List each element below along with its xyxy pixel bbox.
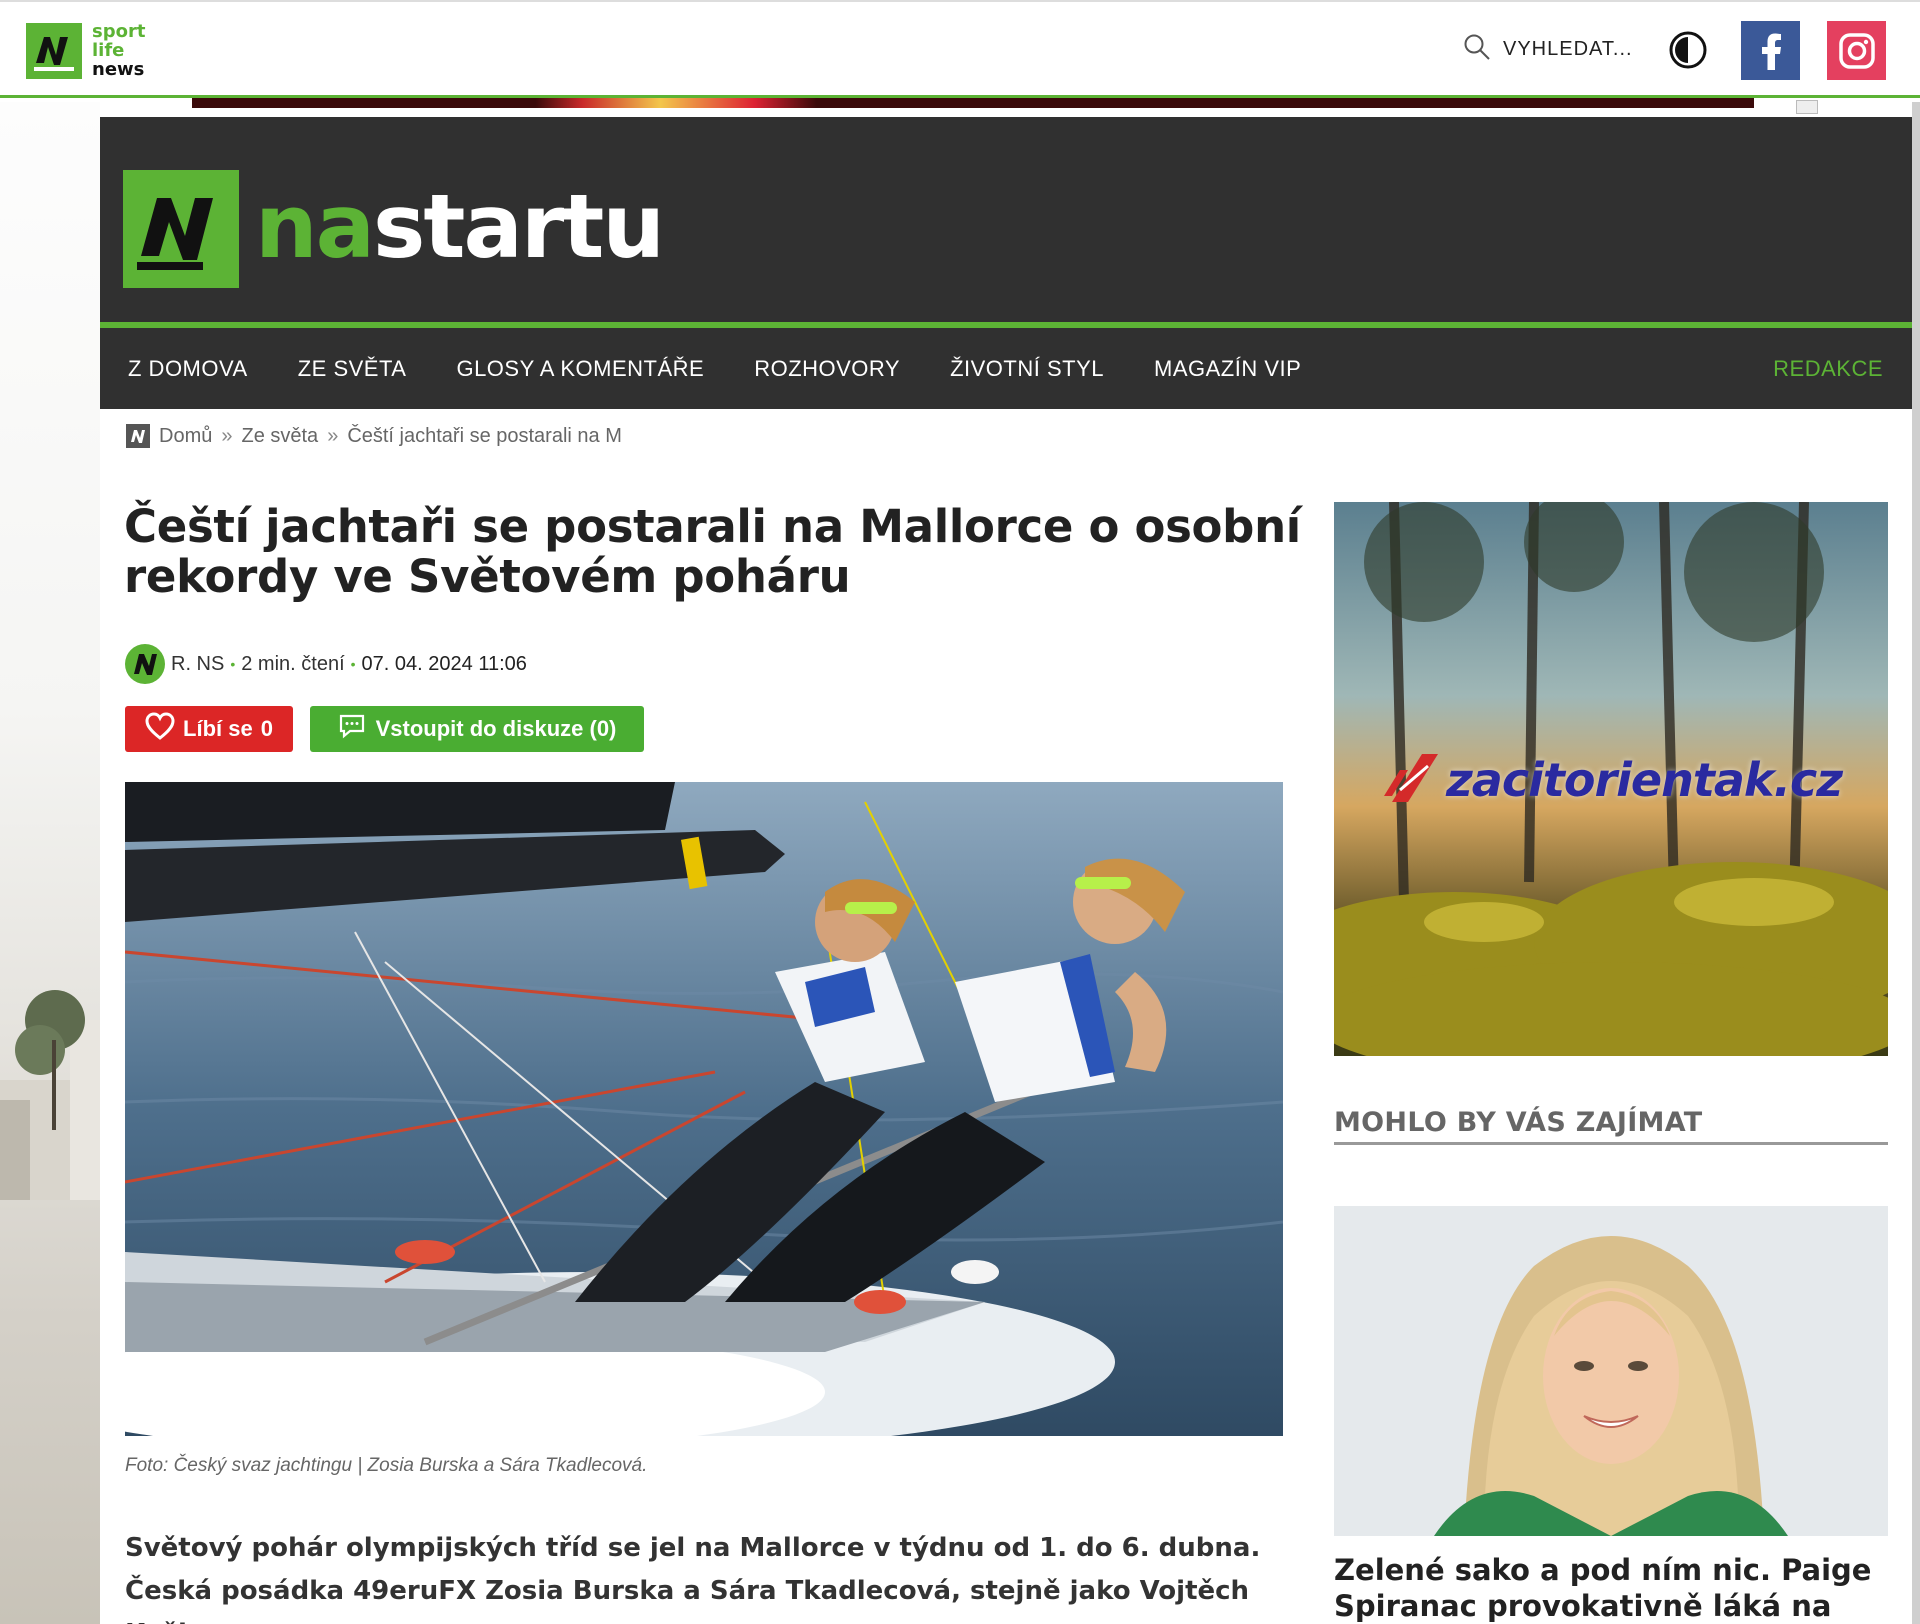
logo-word-sport: sport [92,21,146,42]
top-bar: sport life news VYHLEDAT... [0,0,1920,98]
byline-dot: • [350,656,356,672]
top-ad-strip[interactable] [192,98,1754,108]
contrast-icon[interactable] [1668,30,1708,70]
article-title: Čeští jachtaři se postarali na Mallorce … [124,500,1301,603]
masthead: nastartu [100,117,1912,322]
main-content: nastartu Z DOMOVA ZE SVĚTA GLOSY A KOMEN… [100,117,1912,1624]
nav-item-glosy-a-komentare[interactable]: GLOSY A KOMENTÁŘE [456,356,704,382]
nav-item-redakce[interactable]: REDAKCE [1773,328,1883,409]
wordmark-startu: startu [373,175,665,278]
logo-word-life: life [92,40,125,61]
ad-text: zacitorientak.cz [1446,753,1843,807]
ad-logo: zacitorientak.cz [1382,752,1843,808]
nav-item-rozhovory[interactable]: ROZHOVORY [754,356,900,382]
nav-list: Z DOMOVA ZE SVĚTA GLOSY A KOMENTÁŘE ROZH… [128,328,1351,409]
related-section-heading: MOHLO BY VÁS ZAJÍMAT [1334,1107,1888,1145]
sport-life-news-logo[interactable]: sport life news [26,22,145,79]
ad-choices-icon[interactable] [1796,100,1818,114]
publish-date: 07. 04. 2024 11:06 [361,652,527,675]
sidebar-ad-banner[interactable]: zacitorientak.cz [1334,502,1888,1056]
article-hero-image[interactable] [125,782,1283,1436]
byline-dot: • [230,656,236,672]
nav-item-z-domova[interactable]: Z DOMOVA [128,356,248,382]
breadcrumb-separator: » [221,424,233,447]
instagram-icon[interactable] [1827,21,1886,80]
search-button[interactable]: VYHLEDAT... [1463,33,1633,65]
search-icon [1463,33,1491,65]
wordmark-na: na [255,175,375,278]
author-name[interactable]: R. NS [171,653,224,676]
article-lead: Světový pohár olympijských tříd se jel n… [125,1533,1261,1624]
search-label: VYHLEDAT... [1503,37,1633,60]
discussion-label: Vstoupit do diskuze (0) [375,716,617,741]
main-nav: Z DOMOVA ZE SVĚTA GLOSY A KOMENTÁŘE ROZH… [100,322,1912,409]
discussion-button[interactable]: Vstoupit do diskuze (0) [310,706,644,752]
breadcrumb-separator: » [327,424,339,447]
nastartu-wordmark[interactable]: nastartu [255,175,665,278]
author-avatar[interactable] [125,644,165,684]
ad-brand-icon [1382,752,1440,808]
background-right [1912,102,1920,1624]
facebook-icon[interactable] [1741,21,1800,80]
comment-icon [338,713,366,745]
logo-word-news: news [92,59,145,80]
related-card-title[interactable]: Zelené sako a pod ním nic. Paige Spirana… [1334,1552,1888,1624]
breadcrumb-ze-sveta[interactable]: Ze světa [241,425,318,448]
heart-icon [145,712,175,746]
n-logo-icon [26,22,82,79]
sport-life-news-wordmark: sport life news [92,22,145,79]
related-card-image[interactable] [1334,1206,1888,1536]
like-label: Líbí se [183,716,253,741]
background-tree [0,990,100,1200]
like-count: 0 [260,716,273,741]
photo-caption: Foto: Český svaz jachtingu | Zosia Bursk… [125,1455,648,1476]
breadcrumb-home[interactable]: Domů [159,425,212,448]
article-byline: R. NS • 2 min. čtení • 07. 04. 2024 11:0… [125,644,527,684]
like-button[interactable]: Líbí se 0 [125,706,293,752]
background-left [0,102,100,1624]
home-logo-icon[interactable] [126,424,150,448]
read-time: 2 min. čtení [241,652,345,675]
nav-item-magazin-vip[interactable]: MAGAZÍN VIP [1154,356,1301,382]
nastartu-logo-icon[interactable] [123,170,239,288]
nav-item-ze-sveta[interactable]: ZE SVĚTA [298,356,407,382]
breadcrumb-current: Čeští jachtaři se postarali na M [347,424,622,447]
breadcrumb: Domů » Ze světa » Čeští jachtaři se post… [126,424,622,448]
nav-item-zivotni-styl[interactable]: ŽIVOTNÍ STYL [950,356,1104,382]
